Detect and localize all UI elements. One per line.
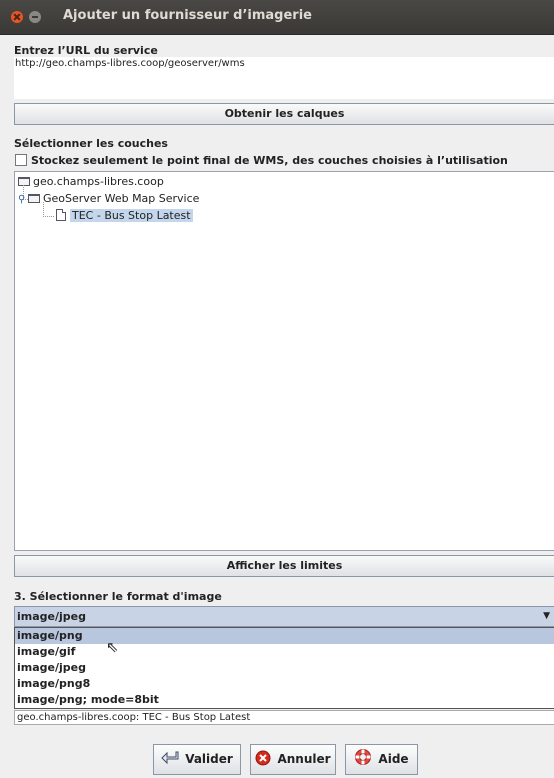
folder-icon xyxy=(28,194,40,203)
lifebuoy-icon xyxy=(355,749,372,765)
mouse-pointer-icon: ⇖ xyxy=(106,638,119,656)
get-layers-button[interactable]: Obtenir les calques xyxy=(14,103,554,125)
chevron-down-icon[interactable]: ▼ xyxy=(543,607,550,626)
format-option[interactable]: image/gif xyxy=(15,644,554,660)
help-button-label: Aide xyxy=(378,752,409,766)
title-bar: Ajouter un fournisseur d’imagerie xyxy=(0,0,554,35)
ok-button-label: Valider xyxy=(185,752,233,766)
image-format-label: 3. Sélectionner le format d'image xyxy=(14,590,222,603)
cancel-button[interactable]: Annuler xyxy=(250,744,336,775)
tree-node-root-label: geo.champs-libres.coop xyxy=(33,175,164,188)
expand-handle-icon[interactable]: ⚲ xyxy=(18,192,28,208)
service-url-label: Entrez l’URL du service xyxy=(14,44,158,57)
tree-connector xyxy=(43,202,54,217)
image-format-select[interactable]: image/jpeg ▼ xyxy=(14,606,554,627)
select-layers-label: Sélectionner les couches xyxy=(14,137,168,150)
service-url-input[interactable]: http://geo.champs-libres.coop/geoserver/… xyxy=(14,57,554,99)
format-option[interactable]: image/jpeg xyxy=(15,660,554,676)
document-icon xyxy=(56,209,66,221)
ok-button[interactable]: Valider xyxy=(153,744,241,775)
selection-summary: geo.champs-libres.coop: TEC - Bus Stop L… xyxy=(14,710,554,725)
tree-node-service-label: GeoServer Web Map Service xyxy=(43,192,200,205)
cancel-icon xyxy=(255,750,271,766)
store-endpoint-option[interactable]: Stockez seulement le point final de WMS,… xyxy=(15,154,508,167)
layers-tree[interactable]: geo.champs-libres.coop ⚲ GeoServer Web Ma… xyxy=(14,171,554,551)
image-format-selected: image/jpeg xyxy=(17,610,86,623)
cancel-button-label: Annuler xyxy=(277,752,331,766)
image-format-dropdown[interactable]: image/png image/gif image/jpeg image/png… xyxy=(14,627,554,709)
close-window-icon[interactable] xyxy=(11,11,23,23)
show-bounds-button[interactable]: Afficher les limites xyxy=(14,555,554,577)
minimize-window-icon[interactable] xyxy=(29,11,41,23)
format-option[interactable]: image/png; mode=8bit xyxy=(15,692,554,708)
tree-node-layer[interactable]: TEC - Bus Stop Latest xyxy=(56,208,193,224)
tree-node-layer-label: TEC - Bus Stop Latest xyxy=(70,209,193,222)
store-endpoint-label: Stockez seulement le point final de WMS,… xyxy=(31,154,508,167)
format-option[interactable]: image/png8 xyxy=(15,676,554,692)
window-title: Ajouter un fournisseur d’imagerie xyxy=(63,8,312,23)
store-endpoint-checkbox[interactable] xyxy=(15,154,27,166)
help-button[interactable]: Aide xyxy=(345,744,418,775)
format-option[interactable]: image/png xyxy=(15,628,554,644)
validate-icon xyxy=(161,751,179,765)
tree-node-root[interactable]: geo.champs-libres.coop xyxy=(18,174,164,190)
